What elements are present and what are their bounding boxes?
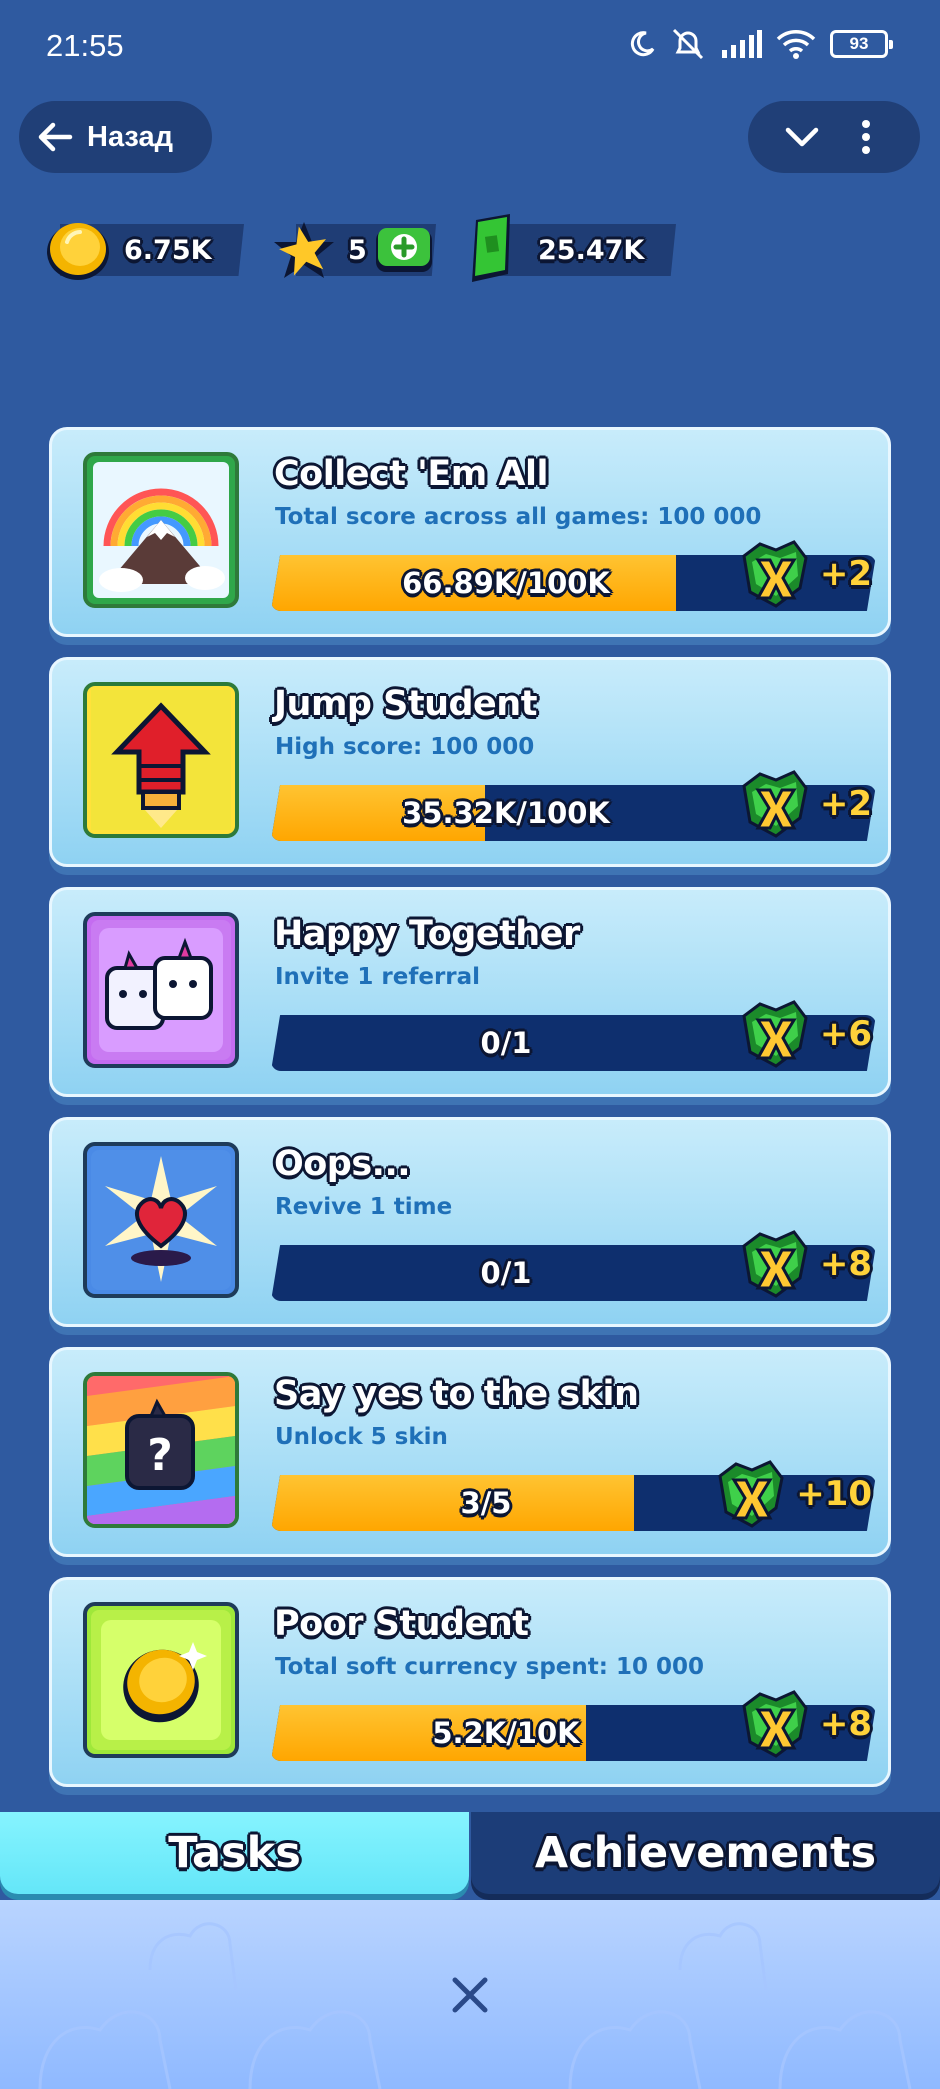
coin-spent-icon — [91, 1610, 231, 1750]
task-title: Happy Together — [274, 914, 580, 954]
task-subtitle: Total score across all games: 100 000 — [275, 504, 762, 530]
progress-label: 3/5 — [460, 1486, 512, 1520]
status-bar: 21:55 93 — [0, 0, 940, 92]
task-subtitle: Invite 1 referral — [275, 964, 481, 990]
task-title: Oops... — [274, 1144, 411, 1184]
x-token-icon — [742, 770, 808, 838]
tickets-amount: 25.47K — [538, 234, 645, 266]
signal-icon — [722, 30, 762, 58]
progress-label: 5.2K/10K — [432, 1716, 580, 1750]
jump-arrow-icon — [91, 690, 231, 830]
wifi-icon — [776, 30, 816, 59]
reward-amount: +2 — [819, 554, 872, 594]
x-token-icon — [742, 540, 808, 608]
coin-icon — [47, 223, 109, 280]
progress-label: 35.32K/100K — [402, 796, 610, 830]
reward-amount: +6 — [819, 1014, 872, 1054]
add-stars-button[interactable] — [374, 226, 434, 274]
progress-label: 66.89K/100K — [402, 566, 610, 600]
x-token-icon — [718, 1460, 784, 1528]
task-reward: +8 — [736, 1686, 872, 1762]
top-menu-pill — [748, 101, 920, 173]
task-card[interactable]: Poor Student Total soft currency spent: … — [49, 1577, 891, 1787]
close-button[interactable] — [440, 1965, 500, 2025]
tab-tasks-label: Tasks — [168, 1828, 301, 1878]
more-options-button[interactable] — [836, 107, 896, 167]
task-title: Jump Student — [274, 684, 537, 724]
task-thumbnail — [83, 1142, 239, 1298]
more-vertical-icon — [862, 120, 870, 154]
task-thumbnail — [83, 912, 239, 1068]
mountain-rainbow-icon — [93, 462, 229, 598]
task-reward: +6 — [736, 996, 872, 1072]
task-title: Collect 'Em All — [274, 454, 549, 494]
two-friends-icon — [91, 920, 231, 1060]
back-label: Назад — [87, 120, 173, 153]
task-subtitle: Total soft currency spent: 10 000 — [275, 1654, 704, 1680]
task-reward: +2 — [736, 766, 872, 842]
task-card[interactable]: Collect 'Em All Total score across all g… — [49, 427, 891, 637]
tab-tasks[interactable]: Tasks — [0, 1812, 469, 1894]
do-not-disturb-icon — [630, 31, 655, 57]
task-card[interactable]: Happy Together Invite 1 referral 0/1 +6 — [49, 887, 891, 1097]
x-token-icon — [742, 1000, 808, 1068]
progress-label: 0/1 — [480, 1026, 532, 1060]
task-subtitle: High score: 100 000 — [275, 734, 535, 760]
chevron-down-icon — [785, 127, 819, 147]
plus-icon — [376, 228, 432, 272]
task-title: Poor Student — [274, 1604, 529, 1644]
task-reward: +2 — [736, 536, 872, 612]
tickets-counter: 25.47K — [500, 224, 676, 276]
mute-notifications-icon — [672, 28, 704, 60]
task-subtitle: Revive 1 time — [275, 1194, 453, 1220]
x-token-icon — [742, 1230, 808, 1298]
task-card[interactable]: ? Say yes to the skin Unlock 5 skin 3/5 … — [49, 1347, 891, 1557]
arrow-left-icon — [38, 122, 73, 152]
reward-amount: +10 — [796, 1474, 872, 1514]
task-reward: +10 — [712, 1456, 872, 1532]
reward-amount: +2 — [819, 784, 872, 824]
task-thumbnail — [83, 452, 239, 608]
task-subtitle: Unlock 5 skin — [275, 1424, 448, 1450]
battery-indicator: 93 — [830, 30, 893, 58]
stars-amount: 5 — [348, 234, 367, 266]
mystery-skin-icon: ? — [87, 1376, 235, 1524]
coins-amount: 6.75K — [124, 234, 212, 266]
task-title: Say yes to the skin — [274, 1374, 639, 1414]
task-card[interactable]: Jump Student High score: 100 000 35.32K/… — [49, 657, 891, 867]
tab-achievements-label: Achievements — [534, 1828, 877, 1878]
star-icon — [274, 222, 334, 278]
task-card[interactable]: Oops... Revive 1 time 0/1 +8 — [49, 1117, 891, 1327]
tab-achievements[interactable]: Achievements — [471, 1812, 940, 1894]
status-time: 21:55 — [46, 28, 124, 63]
status-icons: 93 — [626, 28, 893, 60]
ticket-icon — [472, 214, 510, 282]
task-reward: +8 — [736, 1226, 872, 1302]
task-thumbnail — [83, 1602, 239, 1758]
close-icon — [452, 1977, 488, 2013]
back-button[interactable]: Назад — [19, 101, 212, 173]
x-token-icon — [742, 1690, 808, 1758]
task-thumbnail: ? — [83, 1372, 239, 1528]
reward-amount: +8 — [819, 1704, 872, 1744]
heart-revive-icon — [91, 1150, 231, 1290]
reward-amount: +8 — [819, 1244, 872, 1284]
svg-text:?: ? — [147, 1430, 173, 1481]
collapse-button[interactable] — [772, 107, 832, 167]
task-thumbnail — [83, 682, 239, 838]
progress-label: 0/1 — [480, 1256, 532, 1290]
